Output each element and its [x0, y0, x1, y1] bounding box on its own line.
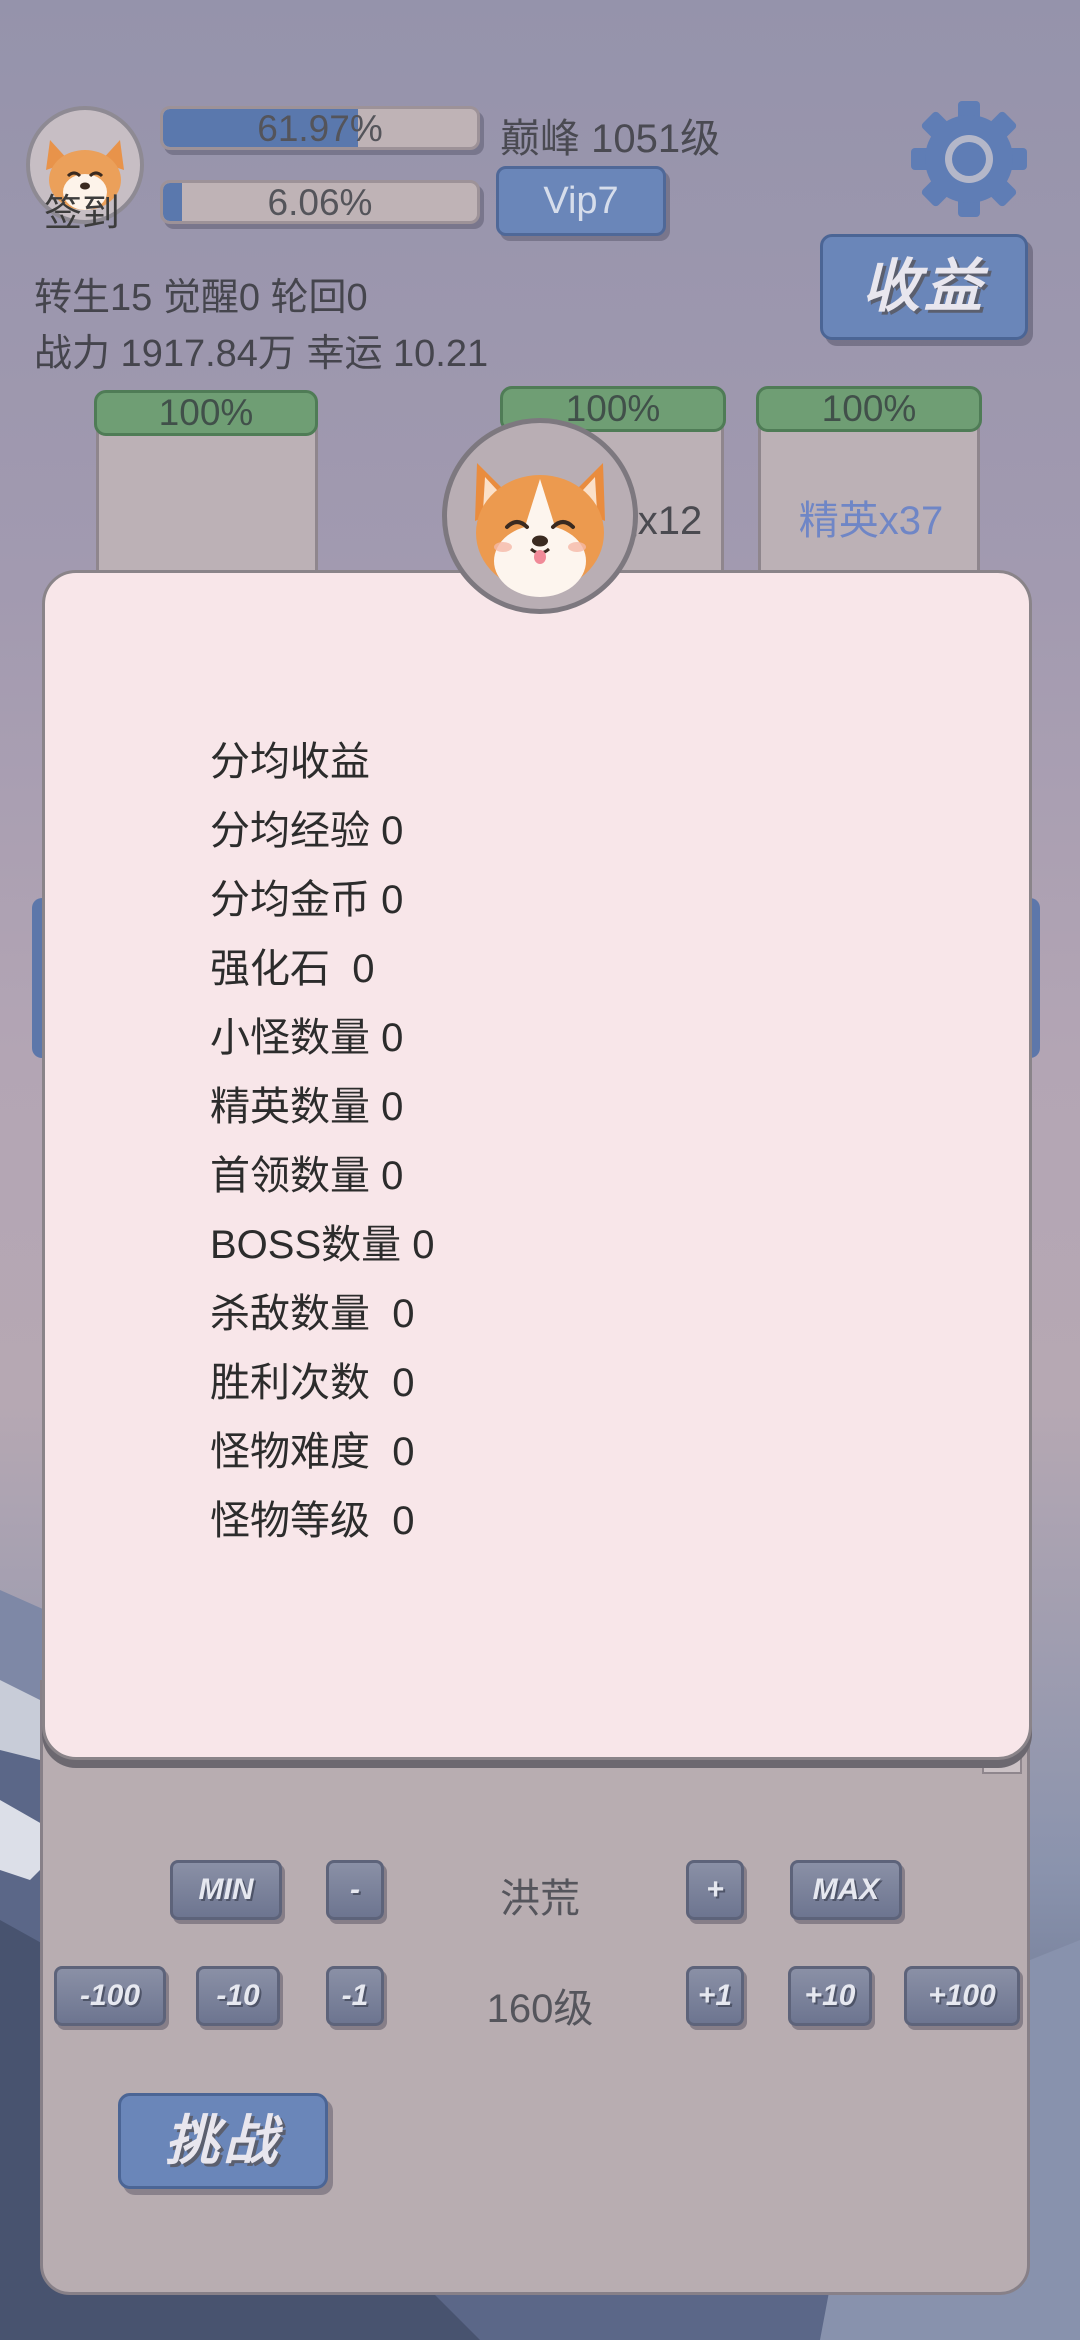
- minus-100-button[interactable]: -100: [54, 1966, 166, 2026]
- minus-1-button[interactable]: -1: [326, 1966, 384, 2026]
- card-3-progress: 100%: [756, 386, 982, 432]
- rebirth-stats: 转生15 觉醒0 轮回0: [34, 277, 368, 319]
- stat-enhance-stone: 强化石 0: [210, 947, 375, 991]
- stat-boss-count: BOSS数量 0: [210, 1223, 435, 1267]
- sign-in-label[interactable]: 签到: [44, 182, 120, 237]
- income-stats-modal: [42, 570, 1032, 1760]
- stat-elite-count: 精英数量 0: [210, 1085, 404, 1129]
- income-stats-list: 分均收益 分均经验 0 分均金币 0 强化石 0 小怪数量 0 精英数量 0 首…: [210, 732, 435, 1560]
- plus-100-button[interactable]: +100: [904, 1966, 1020, 2026]
- stat-monster-difficulty: 怪物难度 0: [210, 1430, 415, 1474]
- max-level-button[interactable]: MAX: [790, 1860, 902, 1920]
- area-name: 洪荒: [500, 1877, 580, 1921]
- experience-progress-text: 61.97%: [257, 108, 383, 149]
- stat-monster-level: 怪物等级 0: [210, 1499, 415, 1543]
- secondary-progress-text: 6.06%: [267, 182, 373, 223]
- vip-button[interactable]: Vip7: [496, 166, 666, 236]
- prev-area-button[interactable]: -: [326, 1860, 384, 1920]
- stat-minion-count: 小怪数量 0: [210, 1016, 404, 1060]
- stat-win-count: 胜利次数 0: [210, 1361, 415, 1405]
- peak-level-label: 巅峰 1051级: [500, 117, 721, 161]
- corgi-icon: [475, 463, 605, 597]
- stat-avg-exp: 分均经验 0: [210, 809, 404, 853]
- experience-progress-bar: 61.97%: [160, 106, 480, 150]
- secondary-progress-bar: 6.06%: [160, 180, 480, 224]
- gear-icon[interactable]: [910, 100, 1028, 218]
- modal-avatar: [442, 418, 638, 614]
- stat-leader-count: 首领数量 0: [210, 1154, 404, 1198]
- challenge-button[interactable]: 挑战: [118, 2093, 328, 2189]
- stat-kill-count: 杀敌数量 0: [210, 1292, 415, 1336]
- income-button[interactable]: 收益: [820, 234, 1028, 340]
- plus-1-button[interactable]: +1: [686, 1966, 744, 2026]
- next-area-button[interactable]: +: [686, 1860, 744, 1920]
- minus-10-button[interactable]: -10: [196, 1966, 280, 2026]
- stage-level: 160级: [486, 1987, 594, 2031]
- power-luck-stats: 战力 1917.84万 幸运 10.21: [34, 333, 489, 375]
- stat-avg-gold: 分均金币 0: [210, 878, 404, 922]
- plus-10-button[interactable]: +10: [788, 1966, 872, 2026]
- card-3-label: 精英x37: [798, 499, 944, 543]
- min-level-button[interactable]: MIN: [170, 1860, 282, 1920]
- stat-avg-income: 分均收益: [210, 740, 370, 784]
- card-1-progress: 100%: [94, 390, 318, 436]
